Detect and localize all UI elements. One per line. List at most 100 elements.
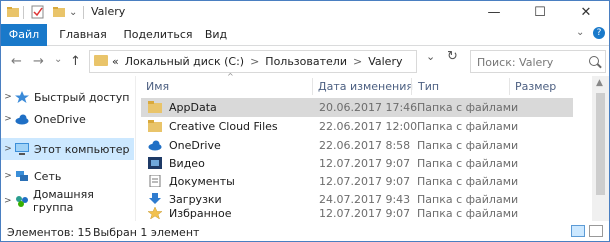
help-button[interactable]: ? bbox=[593, 27, 605, 39]
quick-access-toolbar bbox=[7, 5, 19, 19]
nav-item-quick-access[interactable]: > Быстрый доступ bbox=[1, 86, 134, 108]
recent-locations-button[interactable]: ⌄ bbox=[54, 54, 62, 65]
tab-share[interactable]: Поделиться bbox=[119, 24, 197, 46]
chevron-right-icon[interactable]: > bbox=[1, 196, 15, 206]
chevron-right-icon[interactable]: > bbox=[1, 171, 15, 181]
column-header-name[interactable]: Имя bbox=[146, 76, 169, 98]
cloud-icon bbox=[15, 114, 29, 125]
arrow-up-icon: ↑ bbox=[70, 54, 81, 69]
new-folder-icon bbox=[53, 7, 65, 17]
file-date: 22.06.2017 8:58 bbox=[319, 139, 411, 152]
minimize-icon: — bbox=[487, 5, 501, 20]
breadcrumb: « Локальный диск (C:) > Пользователи > V… bbox=[112, 55, 402, 68]
chevron-right-icon[interactable]: > bbox=[250, 55, 259, 68]
file-name: Документы bbox=[169, 175, 235, 188]
computer-icon bbox=[15, 143, 29, 155]
file-type: Папка с файлами bbox=[417, 101, 519, 114]
file-date: 20.06.2017 17:46 bbox=[319, 101, 418, 114]
address-dropdown-button[interactable]: ⌄ bbox=[426, 50, 435, 63]
chevron-right-icon[interactable]: > bbox=[1, 114, 15, 124]
column-header-size[interactable]: Размер bbox=[515, 76, 556, 98]
file-row[interactable]: AppData 20.06.2017 17:46 Папка с файлами bbox=[141, 98, 573, 117]
tab-file[interactable]: Файл bbox=[1, 24, 47, 46]
chevron-right-icon[interactable]: > bbox=[353, 55, 362, 68]
new-folder-button[interactable] bbox=[53, 5, 65, 19]
folder-icon bbox=[148, 120, 162, 132]
scroll-up-icon[interactable]: ▲ bbox=[596, 78, 603, 88]
column-divider[interactable] bbox=[312, 78, 313, 95]
properties-button[interactable] bbox=[31, 5, 45, 19]
file-row[interactable]: Видео 12.07.2017 9:07 Папка с файлами bbox=[141, 154, 573, 173]
chevron-down-icon: ⌄ bbox=[426, 50, 436, 63]
sort-ascending-icon: ^ bbox=[227, 72, 234, 81]
vertical-scrollbar[interactable]: ▲ bbox=[592, 76, 609, 221]
folder-icon bbox=[7, 7, 19, 17]
search-input[interactable]: Поиск: Valery bbox=[470, 50, 606, 73]
nav-item-this-pc[interactable]: > Этот компьютер bbox=[1, 138, 134, 160]
file-type: Папка с файлами bbox=[417, 120, 519, 133]
column-divider[interactable] bbox=[411, 78, 412, 95]
item-count: Элементов: 15 bbox=[7, 226, 92, 239]
toolbar-divider bbox=[83, 6, 84, 19]
large-icons-view-button[interactable] bbox=[589, 225, 603, 237]
network-icon bbox=[16, 171, 28, 181]
folder-icon bbox=[148, 101, 162, 113]
file-row[interactable]: OneDrive 22.06.2017 8:58 Папка с файлами bbox=[141, 136, 573, 155]
tab-home[interactable]: Главная bbox=[53, 24, 113, 46]
window-title: Valery bbox=[91, 5, 126, 18]
nav-item-label: Сеть bbox=[34, 169, 62, 183]
chevron-down-icon: ⌄ bbox=[576, 27, 585, 38]
file-row[interactable]: Creative Cloud Files 22.06.2017 12:00 Па… bbox=[141, 117, 573, 136]
search-icon bbox=[589, 56, 599, 66]
file-row[interactable]: Документы 12.07.2017 9:07 Папка с файлам… bbox=[141, 172, 573, 191]
folder-icon bbox=[94, 55, 108, 66]
forward-button[interactable]: → bbox=[33, 54, 44, 69]
nav-item-onedrive[interactable]: > OneDrive bbox=[1, 108, 134, 130]
star-icon bbox=[15, 91, 29, 103]
address-row: ← → ⌄ ↑ « Локальный диск (C:) > Пользова… bbox=[1, 46, 609, 76]
chevron-right-icon[interactable]: > bbox=[1, 144, 15, 154]
address-bar[interactable]: « Локальный диск (C:) > Пользователи > V… bbox=[89, 50, 417, 73]
nav-item-label: Этот компьютер bbox=[34, 142, 130, 156]
navigation-pane: > Быстрый доступ > OneDrive > Этот компь… bbox=[1, 76, 136, 221]
help-icon: ? bbox=[596, 28, 602, 38]
file-type: Папка с файлами bbox=[417, 139, 519, 152]
maximize-button[interactable]: ☐ bbox=[517, 1, 563, 24]
back-button[interactable]: ← bbox=[11, 54, 22, 69]
details-view-button[interactable] bbox=[571, 225, 585, 237]
nav-item-homegroup[interactable]: > Домашняя группа bbox=[1, 188, 134, 214]
nav-item-network[interactable]: > Сеть bbox=[1, 165, 134, 187]
up-button[interactable]: ↑ bbox=[70, 54, 81, 69]
properties-icon bbox=[31, 5, 44, 19]
breadcrumb-valery[interactable]: Valery bbox=[368, 55, 402, 68]
explorer-window: ⌄ Valery — ☐ ✕ Файл Главная Поделиться В… bbox=[0, 0, 610, 242]
nav-item-label: Домашняя группа bbox=[33, 188, 94, 214]
file-name: AppData bbox=[169, 101, 217, 114]
file-date: 12.07.2017 9:07 bbox=[319, 157, 411, 170]
customize-toolbar-button[interactable]: ⌄ bbox=[69, 5, 77, 19]
search-placeholder: Поиск: Valery bbox=[477, 56, 554, 69]
toolbar-divider bbox=[23, 6, 24, 19]
breadcrumb-overflow[interactable]: « bbox=[112, 55, 119, 68]
tab-view[interactable]: Вид bbox=[199, 24, 233, 46]
arrow-left-icon: ← bbox=[11, 54, 22, 69]
minimize-button[interactable]: — bbox=[471, 1, 517, 24]
documents-folder-icon bbox=[149, 175, 161, 187]
chevron-right-icon[interactable]: > bbox=[1, 92, 15, 102]
maximize-icon: ☐ bbox=[534, 5, 546, 20]
close-button[interactable]: ✕ bbox=[563, 1, 609, 24]
column-header-type[interactable]: Тип bbox=[418, 76, 439, 98]
breadcrumb-users[interactable]: Пользователи bbox=[265, 55, 347, 68]
scrollbar-thumb[interactable] bbox=[596, 93, 605, 195]
close-icon: ✕ bbox=[580, 5, 592, 20]
file-name: OneDrive bbox=[169, 139, 221, 152]
refresh-button[interactable]: ↻ bbox=[447, 49, 458, 64]
file-name: Creative Cloud Files bbox=[169, 120, 278, 133]
arrow-right-icon: → bbox=[33, 54, 44, 69]
expand-ribbon-button[interactable]: ⌄ bbox=[576, 27, 584, 38]
column-divider[interactable] bbox=[509, 78, 510, 95]
breadcrumb-local-disk[interactable]: Локальный диск (C:) bbox=[125, 55, 244, 68]
file-type: Папка с файлами bbox=[417, 157, 519, 170]
column-header-date[interactable]: Дата изменения bbox=[318, 76, 413, 98]
nav-item-label: Быстрый доступ bbox=[34, 90, 130, 104]
